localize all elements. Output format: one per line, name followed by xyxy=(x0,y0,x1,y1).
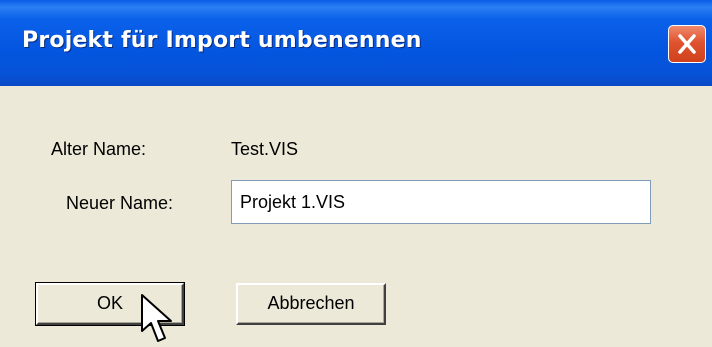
new-name-input[interactable] xyxy=(231,180,651,224)
old-name-value: Test.VIS xyxy=(231,139,299,159)
old-name-label: Alter Name: xyxy=(51,139,147,159)
dialog-title: Projekt für Import umbenennen xyxy=(22,28,422,53)
mouse-pointer-icon xyxy=(141,294,172,342)
close-icon xyxy=(678,34,696,54)
cancel-button[interactable]: Abbrechen xyxy=(236,283,386,325)
title-bar[interactable]: Projekt für Import umbenennen xyxy=(0,0,712,86)
rename-project-dialog: Projekt für Import umbenennen Alter Name… xyxy=(0,0,712,347)
close-button[interactable] xyxy=(668,25,706,63)
new-name-label: Neuer Name: xyxy=(66,193,174,213)
